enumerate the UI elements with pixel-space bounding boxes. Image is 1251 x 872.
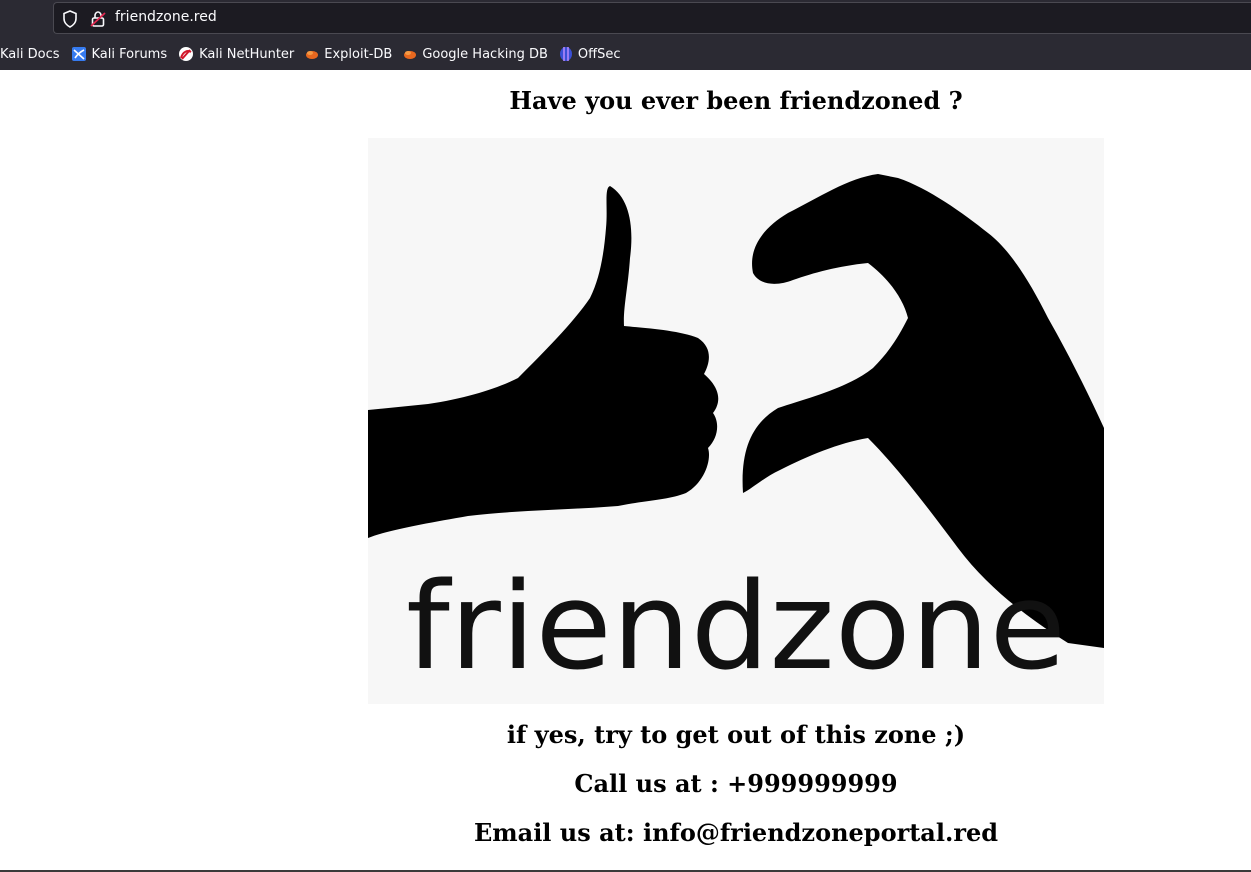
bookmark-label: Kali Docs [0, 46, 60, 62]
bookmark-kali-nethunter[interactable]: Kali NetHunter [178, 46, 294, 62]
bookmark-label: Kali NetHunter [199, 46, 295, 62]
bookmark-label: Google Hacking DB [422, 46, 548, 62]
bookmark-exploit-db[interactable]: Exploit-DB [305, 47, 392, 62]
friendzone-wordmark: friendzone [406, 558, 1066, 697]
phone-text: Call us at : +999999999 [574, 769, 898, 798]
exploit-db-icon [404, 51, 417, 59]
address-bar[interactable]: friendzone.red [53, 2, 1251, 34]
kali-nethunter-icon [179, 47, 194, 61]
bookmark-label: Kali Forums [91, 46, 168, 62]
bookmark-offsec[interactable]: OffSec [559, 46, 621, 62]
email-text: Email us at: info@friendzoneportal.red [473, 818, 999, 847]
url-text[interactable]: friendzone.red [115, 9, 217, 25]
bookmark-google-hacking-db[interactable]: Google Hacking DB [403, 47, 548, 62]
browser-chrome: friendzone.red Kali Docs Kali Forums Kal… [0, 0, 1251, 70]
bookmark-label: OffSec [577, 46, 621, 62]
thumbs-up-hand [368, 186, 719, 538]
shield-icon[interactable] [62, 10, 78, 32]
kali-forums-icon [71, 47, 86, 61]
web-page: Have you ever been friendzoned ? friendz… [0, 70, 1251, 871]
insecure-lock-icon[interactable] [90, 10, 106, 32]
bookmark-label: Exploit-DB [324, 46, 393, 62]
bookmark-kali-forums[interactable]: Kali Forums [71, 46, 168, 62]
bookmark-kali-docs[interactable]: Kali Docs [0, 47, 60, 62]
page-heading: Have you ever been friendzoned ? [509, 86, 963, 115]
exploit-db-icon [306, 51, 319, 59]
offsec-icon [559, 47, 572, 61]
tagline-text: if yes, try to get out of this zone ;) [506, 720, 966, 749]
bookmarks-toolbar: Kali Docs Kali Forums Kali NetHunter Exp… [0, 44, 631, 64]
friendzone-image: friendzone [368, 138, 1104, 704]
